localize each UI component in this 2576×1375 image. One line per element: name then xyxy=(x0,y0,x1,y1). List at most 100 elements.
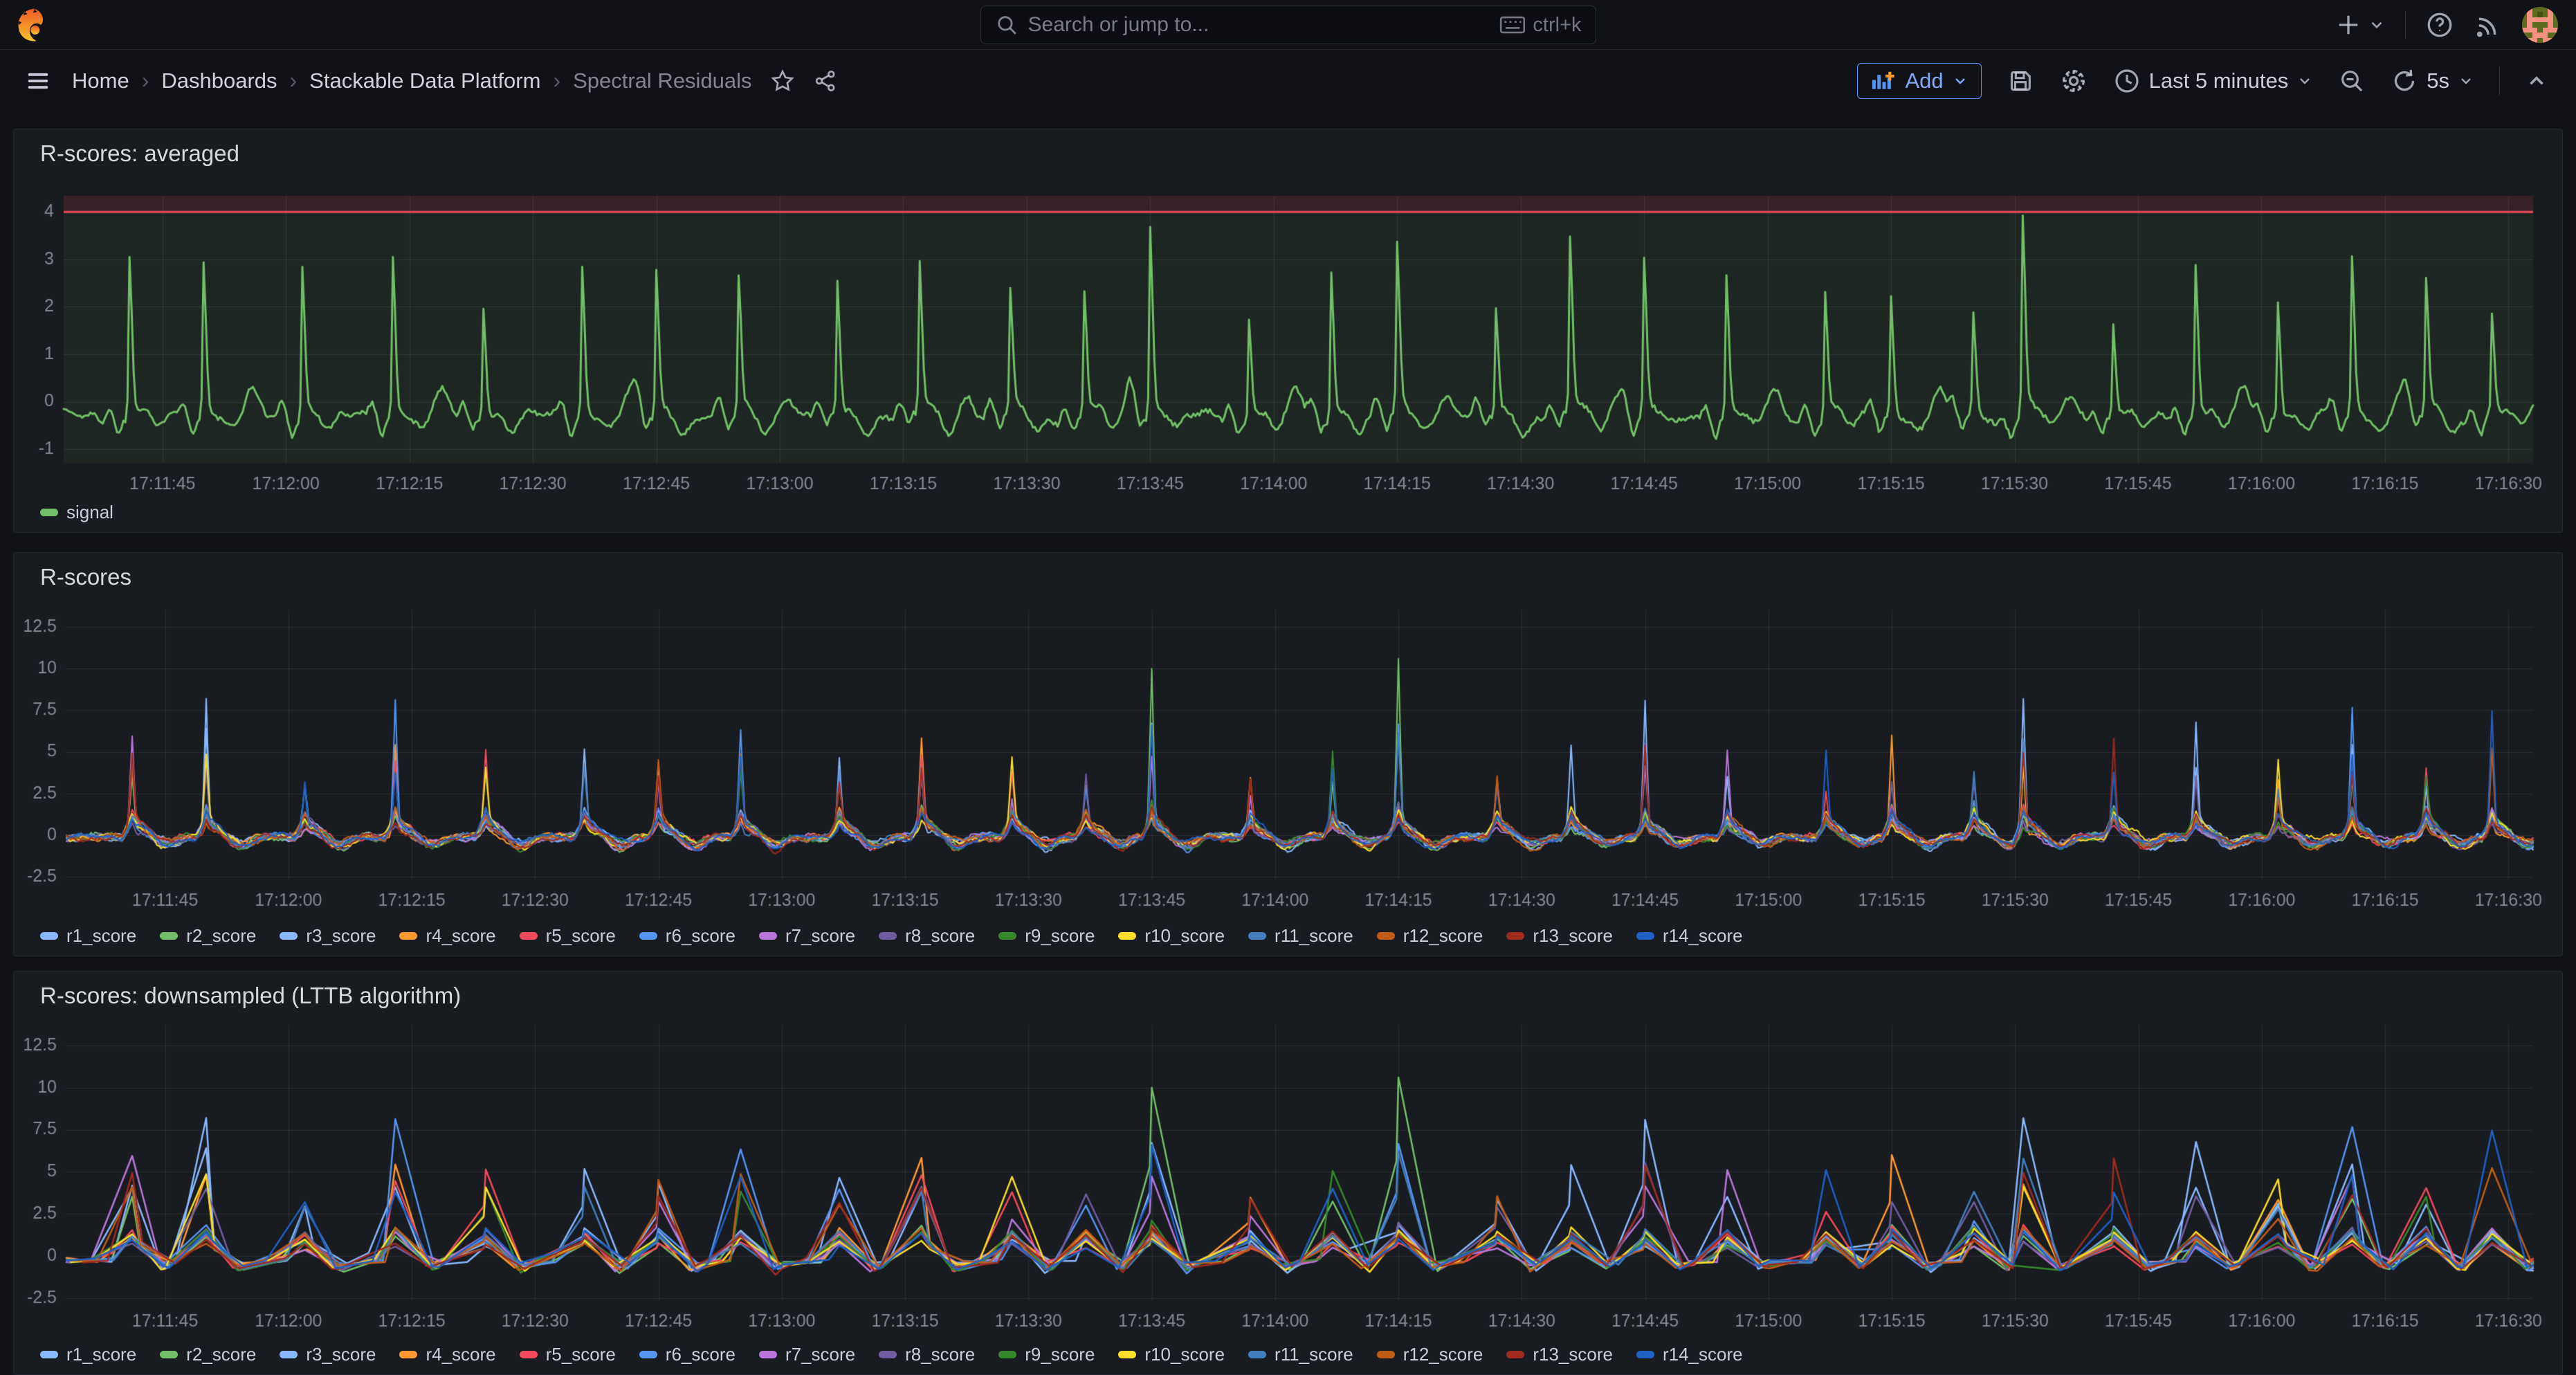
legend-item[interactable]: r5_score xyxy=(520,1344,616,1365)
chevron-down-icon xyxy=(2368,16,2386,34)
panel-rscores: R-scores r1_score r2_score r3_score r4_scor… xyxy=(13,552,2563,956)
series-color-marker xyxy=(1506,1351,1524,1358)
series-label: r2_score xyxy=(186,925,256,947)
series-label: r5_score xyxy=(546,925,616,947)
legend-item[interactable]: r13_score xyxy=(1506,1344,1613,1365)
series-color-marker xyxy=(160,1351,178,1358)
legend-item[interactable]: r9_score xyxy=(998,1344,1095,1365)
legend-item[interactable]: r9_score xyxy=(998,925,1095,947)
series-color-marker xyxy=(1636,932,1654,940)
panel-title[interactable]: R-scores: averaged xyxy=(40,140,239,167)
gear-icon xyxy=(2059,66,2088,95)
clock-icon xyxy=(2113,67,2141,95)
favorite-button[interactable] xyxy=(770,69,795,93)
dashboard-settings-button[interactable] xyxy=(2059,66,2088,95)
legend-item[interactable]: r13_score xyxy=(1506,925,1613,947)
refresh-button[interactable] xyxy=(2391,67,2418,95)
legend: r1_score r2_score r3_score r4_score r5_score… xyxy=(40,925,1743,947)
legend-item[interactable]: signal xyxy=(40,502,113,523)
share-button[interactable] xyxy=(813,69,838,93)
search-input[interactable] xyxy=(1028,13,1490,37)
breadcrumb-separator: › xyxy=(290,68,298,93)
breadcrumb-folder[interactable]: Stackable Data Platform xyxy=(309,69,540,93)
series-color-marker xyxy=(639,932,657,940)
series-color-marker xyxy=(1636,1351,1654,1358)
series-label: r12_score xyxy=(1403,925,1483,947)
grafana-logo[interactable] xyxy=(15,7,51,43)
mega-menu-toggle[interactable] xyxy=(25,68,51,94)
legend-item[interactable]: r11_score xyxy=(1248,925,1353,947)
star-icon xyxy=(770,69,795,93)
rscores-downsampled-chart[interactable] xyxy=(14,972,2562,1374)
series-label: signal xyxy=(66,502,113,523)
series-color-marker xyxy=(280,1351,298,1358)
series-color-marker xyxy=(1377,1351,1395,1358)
series-label: r4_score xyxy=(426,1344,495,1365)
legend-item[interactable]: r10_score xyxy=(1118,925,1225,947)
series-label: r8_score xyxy=(905,925,975,947)
legend-item[interactable]: r8_score xyxy=(879,925,975,947)
series-label: r14_score xyxy=(1663,925,1743,947)
legend-item[interactable]: r3_score xyxy=(280,925,376,947)
series-label: r5_score xyxy=(546,1344,616,1365)
legend-item[interactable]: r7_score xyxy=(759,1344,855,1365)
news-button[interactable] xyxy=(2474,10,2503,39)
legend-item[interactable]: r1_score xyxy=(40,1344,136,1365)
legend-item[interactable]: r5_score xyxy=(520,925,616,947)
series-label: r3_score xyxy=(306,925,376,947)
zoom-out-button[interactable] xyxy=(2338,67,2366,95)
series-color-marker xyxy=(40,1351,58,1358)
legend-item[interactable]: r4_score xyxy=(399,1344,495,1365)
search-icon xyxy=(995,13,1018,37)
time-range-picker[interactable]: Last 5 minutes xyxy=(2113,67,2314,95)
series-label: r14_score xyxy=(1663,1344,1743,1365)
help-button[interactable] xyxy=(2425,10,2454,39)
legend-item[interactable]: r2_score xyxy=(160,1344,256,1365)
breadcrumb-home[interactable]: Home xyxy=(72,69,129,93)
legend-item[interactable]: r3_score xyxy=(280,1344,376,1365)
collapse-toolbar-button[interactable] xyxy=(2525,69,2548,93)
plus-icon xyxy=(2335,11,2362,39)
panel-title[interactable]: R-scores: downsampled (LTTB algorithm) xyxy=(40,983,461,1009)
search-box[interactable]: ctrl+k xyxy=(980,6,1596,44)
legend-item[interactable]: r8_score xyxy=(879,1344,975,1365)
nav-divider xyxy=(2405,10,2406,39)
rscores-averaged-chart[interactable] xyxy=(14,129,2562,532)
legend-item[interactable]: r14_score xyxy=(1636,1344,1743,1365)
new-button[interactable] xyxy=(2335,11,2386,39)
add-panel-button[interactable]: Add xyxy=(1857,63,1981,99)
legend-item[interactable]: r7_score xyxy=(759,925,855,947)
series-color-marker xyxy=(399,932,417,940)
legend-item[interactable]: r12_score xyxy=(1377,925,1483,947)
series-color-marker xyxy=(1118,932,1136,940)
refresh-interval-dropdown[interactable]: 5s xyxy=(2427,69,2449,93)
save-dashboard-button[interactable] xyxy=(2007,67,2034,95)
hamburger-icon xyxy=(25,68,51,94)
breadcrumb-dashboards[interactable]: Dashboards xyxy=(161,69,277,93)
top-nav-bar: ctrl+k xyxy=(0,0,2576,50)
legend-item[interactable]: r1_score xyxy=(40,925,136,947)
legend-item[interactable]: r11_score xyxy=(1248,1344,1353,1365)
chevron-up-icon xyxy=(2525,69,2548,93)
legend-item[interactable]: r14_score xyxy=(1636,925,1743,947)
rscores-chart[interactable] xyxy=(14,553,2562,956)
series-label: r9_score xyxy=(1025,925,1095,947)
series-label: r1_score xyxy=(66,925,136,947)
avatar[interactable] xyxy=(2522,7,2558,43)
series-color-marker xyxy=(879,1351,897,1358)
panel-rscores-downsampled: R-scores: downsampled (LTTB algorithm) r… xyxy=(13,971,2563,1375)
search-shortcut: ctrl+k xyxy=(1499,14,1581,37)
legend-item[interactable]: r10_score xyxy=(1118,1344,1225,1365)
series-label: r1_score xyxy=(66,1344,136,1365)
chevron-down-icon xyxy=(2458,73,2474,89)
legend-item[interactable]: r2_score xyxy=(160,925,256,947)
series-color-marker xyxy=(759,1351,777,1358)
legend-item[interactable]: r6_score xyxy=(639,925,736,947)
panel-title[interactable]: R-scores xyxy=(40,564,131,590)
legend-item[interactable]: r6_score xyxy=(639,1344,736,1365)
series-label: r10_score xyxy=(1144,1344,1225,1365)
series-color-marker xyxy=(639,1351,657,1358)
legend: signal xyxy=(40,502,113,523)
legend-item[interactable]: r4_score xyxy=(399,925,495,947)
legend-item[interactable]: r12_score xyxy=(1377,1344,1483,1365)
